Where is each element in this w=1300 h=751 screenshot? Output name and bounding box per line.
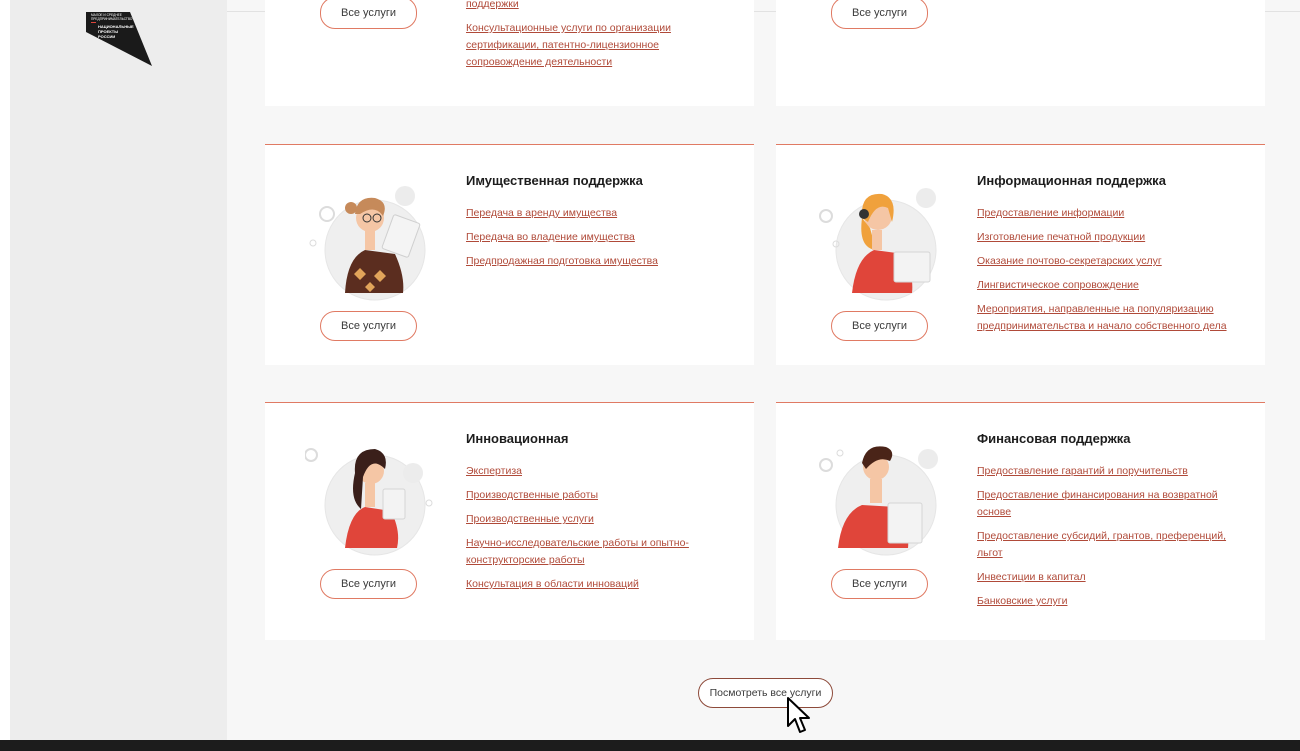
card-title: Информационная поддержка — [977, 173, 1166, 188]
service-link[interactable]: Предоставление гарантий и поручительств — [977, 463, 1232, 480]
card-title: Финансовая поддержка — [977, 431, 1131, 446]
woman-with-headset-illustration — [819, 188, 937, 301]
services-list: поддержки Консультационные услуги по орг… — [466, 0, 711, 78]
footer — [0, 740, 1300, 751]
services-list: Передача в аренду имущества Передача во … — [466, 205, 726, 277]
all-services-button[interactable]: Все услуги — [320, 0, 417, 29]
service-link[interactable]: Передача в аренду имущества — [466, 205, 726, 222]
logo-line-2: ПРЕДПРИНИМАТЕЛЬСТВО — [91, 17, 133, 21]
service-link[interactable]: Научно-исследовательские работы и опытно… — [466, 535, 711, 569]
card-innovation: Инновационная Экспертиза Производственны… — [265, 402, 754, 640]
logo-line-5: РОССИИ — [98, 34, 115, 39]
service-link[interactable]: Предпродажная подготовка имущества — [466, 253, 726, 270]
see-all-services-button[interactable]: Посмотреть все услуги — [698, 678, 833, 708]
service-link[interactable]: Консультация в области инноваций — [466, 576, 711, 593]
service-link[interactable]: Изготовление печатной продукции — [977, 229, 1232, 246]
all-services-button[interactable]: Все услуги — [320, 311, 417, 341]
services-list: Экспертиза Производственные работы Произ… — [466, 463, 711, 600]
service-link[interactable]: Производственные работы — [466, 487, 711, 504]
card-information-support: Информационная поддержка Предоставление … — [776, 144, 1265, 365]
services-list: Предоставление гарантий и поручительств … — [977, 463, 1232, 617]
man-with-document-illustration — [819, 446, 938, 556]
service-link[interactable]: Производственные услуги — [466, 511, 711, 528]
card-financial-support: Финансовая поддержка Предоставление гара… — [776, 402, 1265, 640]
service-link[interactable]: Передача во владение имущества — [466, 229, 726, 246]
service-link[interactable]: Оказание почтово-секретарских услуг — [977, 253, 1232, 270]
services-list: Предоставление информации Изготовление п… — [977, 205, 1232, 342]
service-link[interactable]: Предоставление информации — [977, 205, 1232, 222]
card-title: Инновационная — [466, 431, 569, 446]
left-gutter — [0, 0, 10, 751]
national-projects-logo[interactable]: МАЛОЕ И СРЕДНЕЕ ПРЕДПРИНИМАТЕЛЬСТВО НАЦИ… — [86, 12, 152, 68]
all-services-button[interactable]: Все услуги — [831, 0, 928, 29]
service-link[interactable]: поддержки — [466, 0, 711, 13]
service-link[interactable]: Экспертиза — [466, 463, 711, 480]
service-link[interactable]: Консультационные услуги по организации с… — [466, 20, 711, 71]
service-link[interactable]: Банковские услуги — [977, 593, 1232, 610]
service-link[interactable]: Лингвистическое сопровождение — [977, 277, 1232, 294]
woman-with-tablet-illustration — [305, 448, 433, 556]
service-link[interactable]: Мероприятия, направленные на популяризац… — [977, 301, 1232, 335]
woman-with-glasses-illustration — [309, 186, 426, 301]
all-services-button[interactable]: Все услуги — [831, 569, 928, 599]
all-services-button[interactable]: Все услуги — [831, 311, 928, 341]
service-link[interactable]: Предоставление субсидий, грантов, префер… — [977, 528, 1232, 562]
service-link[interactable]: Предоставление финансирования на возврат… — [977, 487, 1232, 521]
sidebar — [10, 0, 227, 740]
card-property-support: Имущественная поддержка Передача в аренд… — [265, 144, 754, 365]
service-link[interactable]: Инвестиции в капитал — [977, 569, 1232, 586]
card-top-left: Все услуги поддержки Консультационные ус… — [265, 0, 754, 106]
card-top-right: Все услуги — [776, 0, 1265, 106]
all-services-button[interactable]: Все услуги — [320, 569, 417, 599]
card-title: Имущественная поддержка — [466, 173, 643, 188]
